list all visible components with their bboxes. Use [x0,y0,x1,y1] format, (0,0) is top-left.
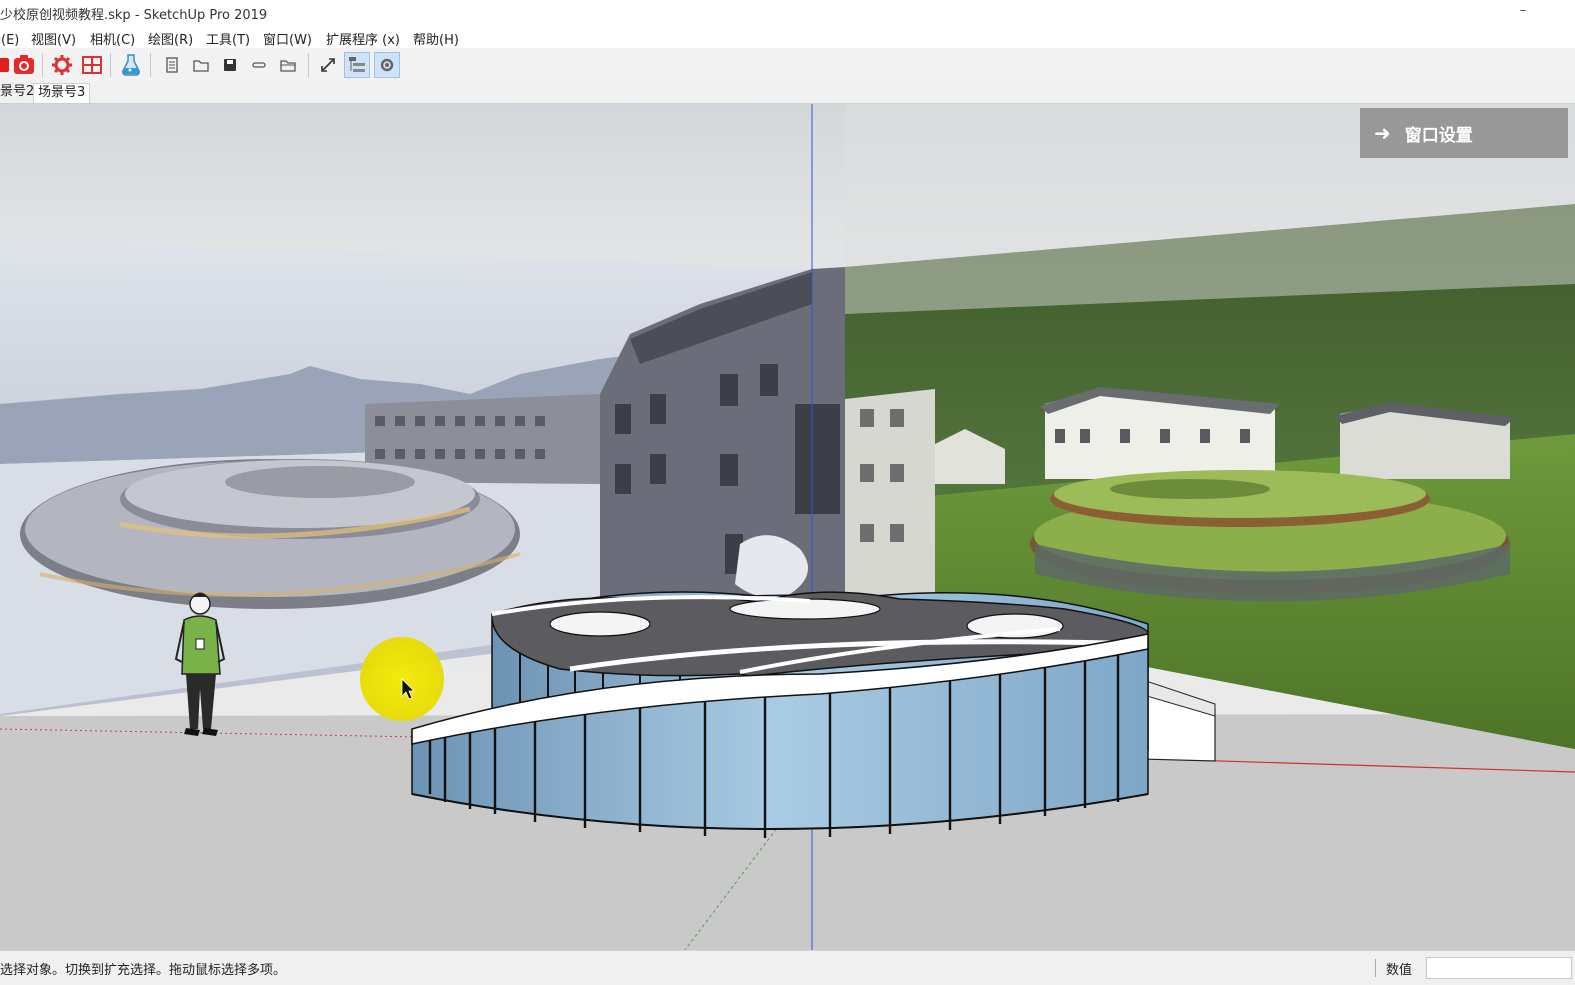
status-bar: 选择对象。切换到扩充选择。拖动鼠标选择多项。 数值 [0,950,1575,985]
toolbar-separator [42,53,43,77]
link-icon[interactable] [246,52,272,78]
grid-table-icon[interactable] [79,52,105,78]
menu-tools[interactable]: 工具(T) [206,29,250,48]
toolbar-separator [150,53,151,77]
scene-tab-3[interactable]: 场景号3 [33,83,91,103]
menu-window[interactable]: 窗口(W) [263,29,312,48]
outliner-icon[interactable] [344,52,370,78]
title-bar: 少校原创视频教程.skp - SketchUp Pro 2019 – [0,0,1575,26]
arrow-right-icon: ➜ [1374,121,1391,145]
sketchup-window: 少校原创视频教程.skp - SketchUp Pro 2019 – 编(E) … [0,0,1575,985]
menu-draw[interactable]: 绘图(R) [148,29,193,48]
window-settings-button[interactable]: ➜ 窗口设置 [1360,108,1568,158]
menu-camera[interactable]: 相机(C) [90,29,135,48]
folder-icon[interactable] [188,52,214,78]
menu-extensions[interactable]: 扩展程序 (x) [326,29,400,48]
status-divider [1375,959,1376,977]
status-message: 选择对象。切换到扩充选择。拖动鼠标选择多项。 [0,963,287,978]
window-settings-label: 窗口设置 [1404,125,1473,146]
minimize-button[interactable]: – [1511,2,1535,22]
model-viewport[interactable]: ➜ 窗口设置 [0,104,1575,950]
measurements-input[interactable] [1426,957,1572,979]
flask-icon[interactable] [118,52,144,78]
settings-gear-icon[interactable] [374,52,400,78]
gear-red-icon[interactable] [49,52,75,78]
menu-help[interactable]: 帮助(H) [413,29,459,48]
menu-view[interactable]: 视图(V) [31,29,76,48]
save-icon[interactable] [217,52,243,78]
toolbar-separator [308,53,309,77]
scene-tabs: 景号2 场景号3 [0,82,1575,104]
camera-icon[interactable] [11,52,37,78]
annex-block [1139,678,1216,762]
spiral-building-model [411,591,1149,838]
measurements-label: 数值 [1386,963,1413,978]
toolbar [0,48,1575,82]
document-icon[interactable] [159,52,185,78]
expand-icon[interactable] [315,52,341,78]
toolbar-separator [110,53,111,77]
cursor-highlight [360,637,444,721]
window-title: 少校原创视频教程.skp - SketchUp Pro 2019 [0,8,268,23]
menu-bar: 编(E) 视图(V) 相机(C) 绘图(R) 工具(T) 窗口(W) 扩展程序 … [0,26,1575,48]
open-folder-icon[interactable] [275,52,301,78]
scene-drawing [0,104,1575,950]
menu-edit[interactable]: 编(E) [0,29,19,48]
